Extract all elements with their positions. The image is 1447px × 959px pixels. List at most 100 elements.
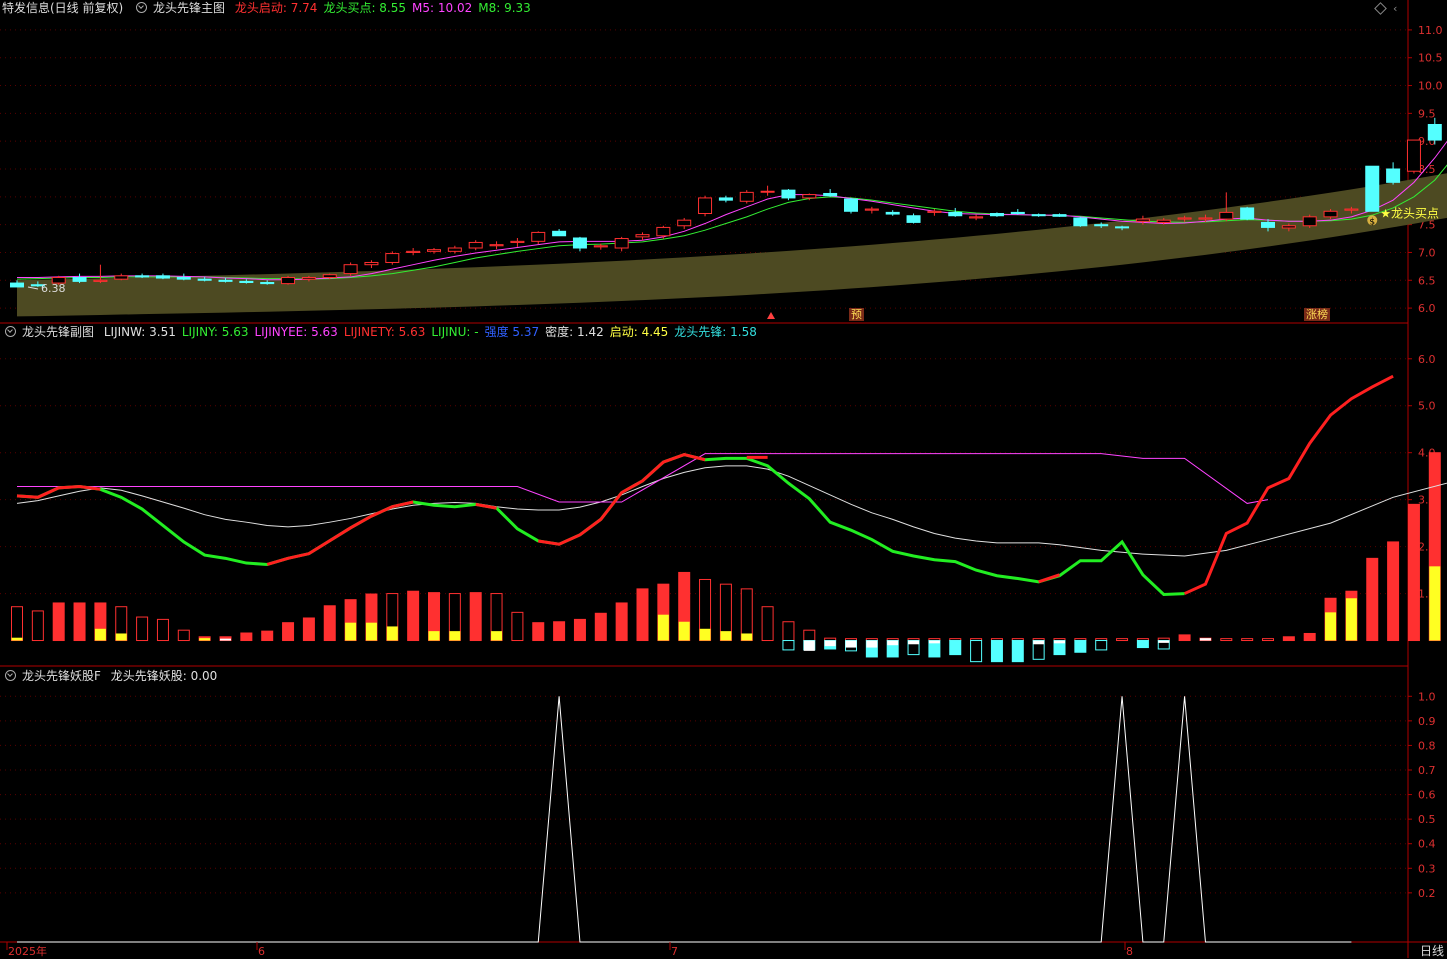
candle-body [1115,226,1130,229]
candle-body [1406,139,1421,172]
red-bar [11,606,23,642]
red-bar [1220,638,1233,642]
candle-body [864,208,879,211]
candle-body [1156,219,1171,223]
red-bar [1241,638,1254,642]
sub-header: 龙头先锋副图 LIJINW: 3.51 LIJINY: 5.63 LIJINYEE:… [2,324,769,340]
indicator-field: LIJINETY: 5.63 [343,325,426,339]
white-bar [928,640,940,644]
red-bar [73,602,86,642]
candle-body [1344,208,1359,211]
red-line-segment [1038,573,1060,584]
candle-body [1323,210,1338,218]
period-label[interactable]: 日线 [1420,943,1444,959]
y-tick-label: 0.6 [1418,789,1436,802]
yellow-bar [115,633,127,641]
red-bar [261,630,274,642]
indicator-field: LIJINY: 5.63 [181,325,249,339]
candle-body [1219,211,1234,220]
candle-body [301,276,316,280]
zhangbang-tag: 涨榜 [1304,308,1330,321]
red-bar [1282,636,1295,642]
candle-body [1281,225,1296,229]
cyan-bar [970,640,983,663]
red-bar [594,612,607,642]
third-indicator-fields: 龙头先锋妖股: 0.00 [111,669,224,683]
x-axis-label: 8 [1126,945,1133,958]
candle-body [155,275,170,279]
indicator-field: 强度 5.37 [484,325,540,339]
dropdown-icon[interactable] [5,326,16,337]
candle-body [10,282,24,288]
x-axis-label: 6 [258,945,265,958]
y-tick-label: 11.0 [1418,24,1443,37]
cyan-bar [782,640,795,651]
candle-body [114,275,129,280]
indicator-field: M8: 9.33 [478,1,531,15]
signal-band [17,173,1447,317]
indicator-field: M5: 10.02 [412,1,473,15]
yu-tag: 预 [849,308,864,321]
candle-body [1427,123,1442,141]
candle-body [1198,217,1213,220]
candle-body [844,198,858,212]
dropdown-icon[interactable] [5,670,16,681]
red-bar [177,629,190,642]
main-header: 特发信息(日线 前复权) 龙头先锋主图 龙头启动: 7.74 龙头买点: 8.55… [2,0,543,16]
yellow-bar [1345,598,1357,641]
red-bar [302,617,315,642]
red-bar [136,616,149,642]
red-bar [636,588,649,642]
yellow-bar [491,631,503,641]
candle-body [343,264,358,275]
up-arrow-icon [767,312,775,319]
red-bar [156,618,169,642]
candle-body [176,276,191,280]
red-bar [469,592,482,642]
candle-body [1031,214,1046,217]
chart-canvas: 11.010.510.09.59.08.58.07.57.06.56.010.9… [0,0,1447,958]
main-indicator-fields: 龙头启动: 7.74 龙头买点: 8.55 M5: 10.02 M8: 9.33 [235,1,537,15]
third-header: 龙头先锋妖股F 龙头先锋妖股: 0.00 [2,668,229,684]
candle-body [1261,221,1275,228]
candle-body [906,215,921,223]
red-bar [282,622,295,642]
yaogu-line [17,696,1352,943]
red-bar [761,606,774,642]
main-indicator-name: 龙头先锋主图 [153,1,226,15]
indicator-field: 龙头买点: 8.55 [323,1,407,15]
candle-body [364,261,379,266]
red-bar [1387,541,1400,642]
white-bar [803,640,815,651]
candle-body [989,213,1004,217]
candle-body [406,250,421,253]
candle-body [1094,224,1109,227]
candle-body [1240,207,1255,220]
white-bar [1199,638,1211,641]
indicator-field: LIJINW: 3.51 [103,325,176,339]
candle-body [489,244,504,247]
red-bar [1366,557,1379,642]
candle-body [1365,165,1380,212]
indicator-field: 启动: 4.45 [609,325,669,339]
white-bar [220,638,231,641]
red-line-segment [266,500,414,566]
candle-body [197,278,212,281]
candle-body [781,189,796,199]
indicator-field: 密度: 1.42 [545,325,604,339]
red-bar [1303,632,1316,642]
sub-indicator-name: 龙头先锋副图 [22,325,95,339]
candle-body [760,190,775,193]
y-tick-label: 1.0 [1418,690,1436,703]
candle-body [802,194,817,199]
y-tick-label: 6.0 [1418,353,1436,366]
y-tick-label: 6.5 [1418,274,1436,287]
candle-body [281,276,296,285]
collapse-chevron-icon[interactable]: ‹ [1393,2,1397,15]
white-bar [845,640,857,648]
red-bar [740,588,753,642]
dropdown-icon[interactable] [136,2,148,13]
coin-icon-label: $ [1369,217,1375,227]
white-bar [1054,640,1065,644]
cyan-bar [990,640,1003,663]
